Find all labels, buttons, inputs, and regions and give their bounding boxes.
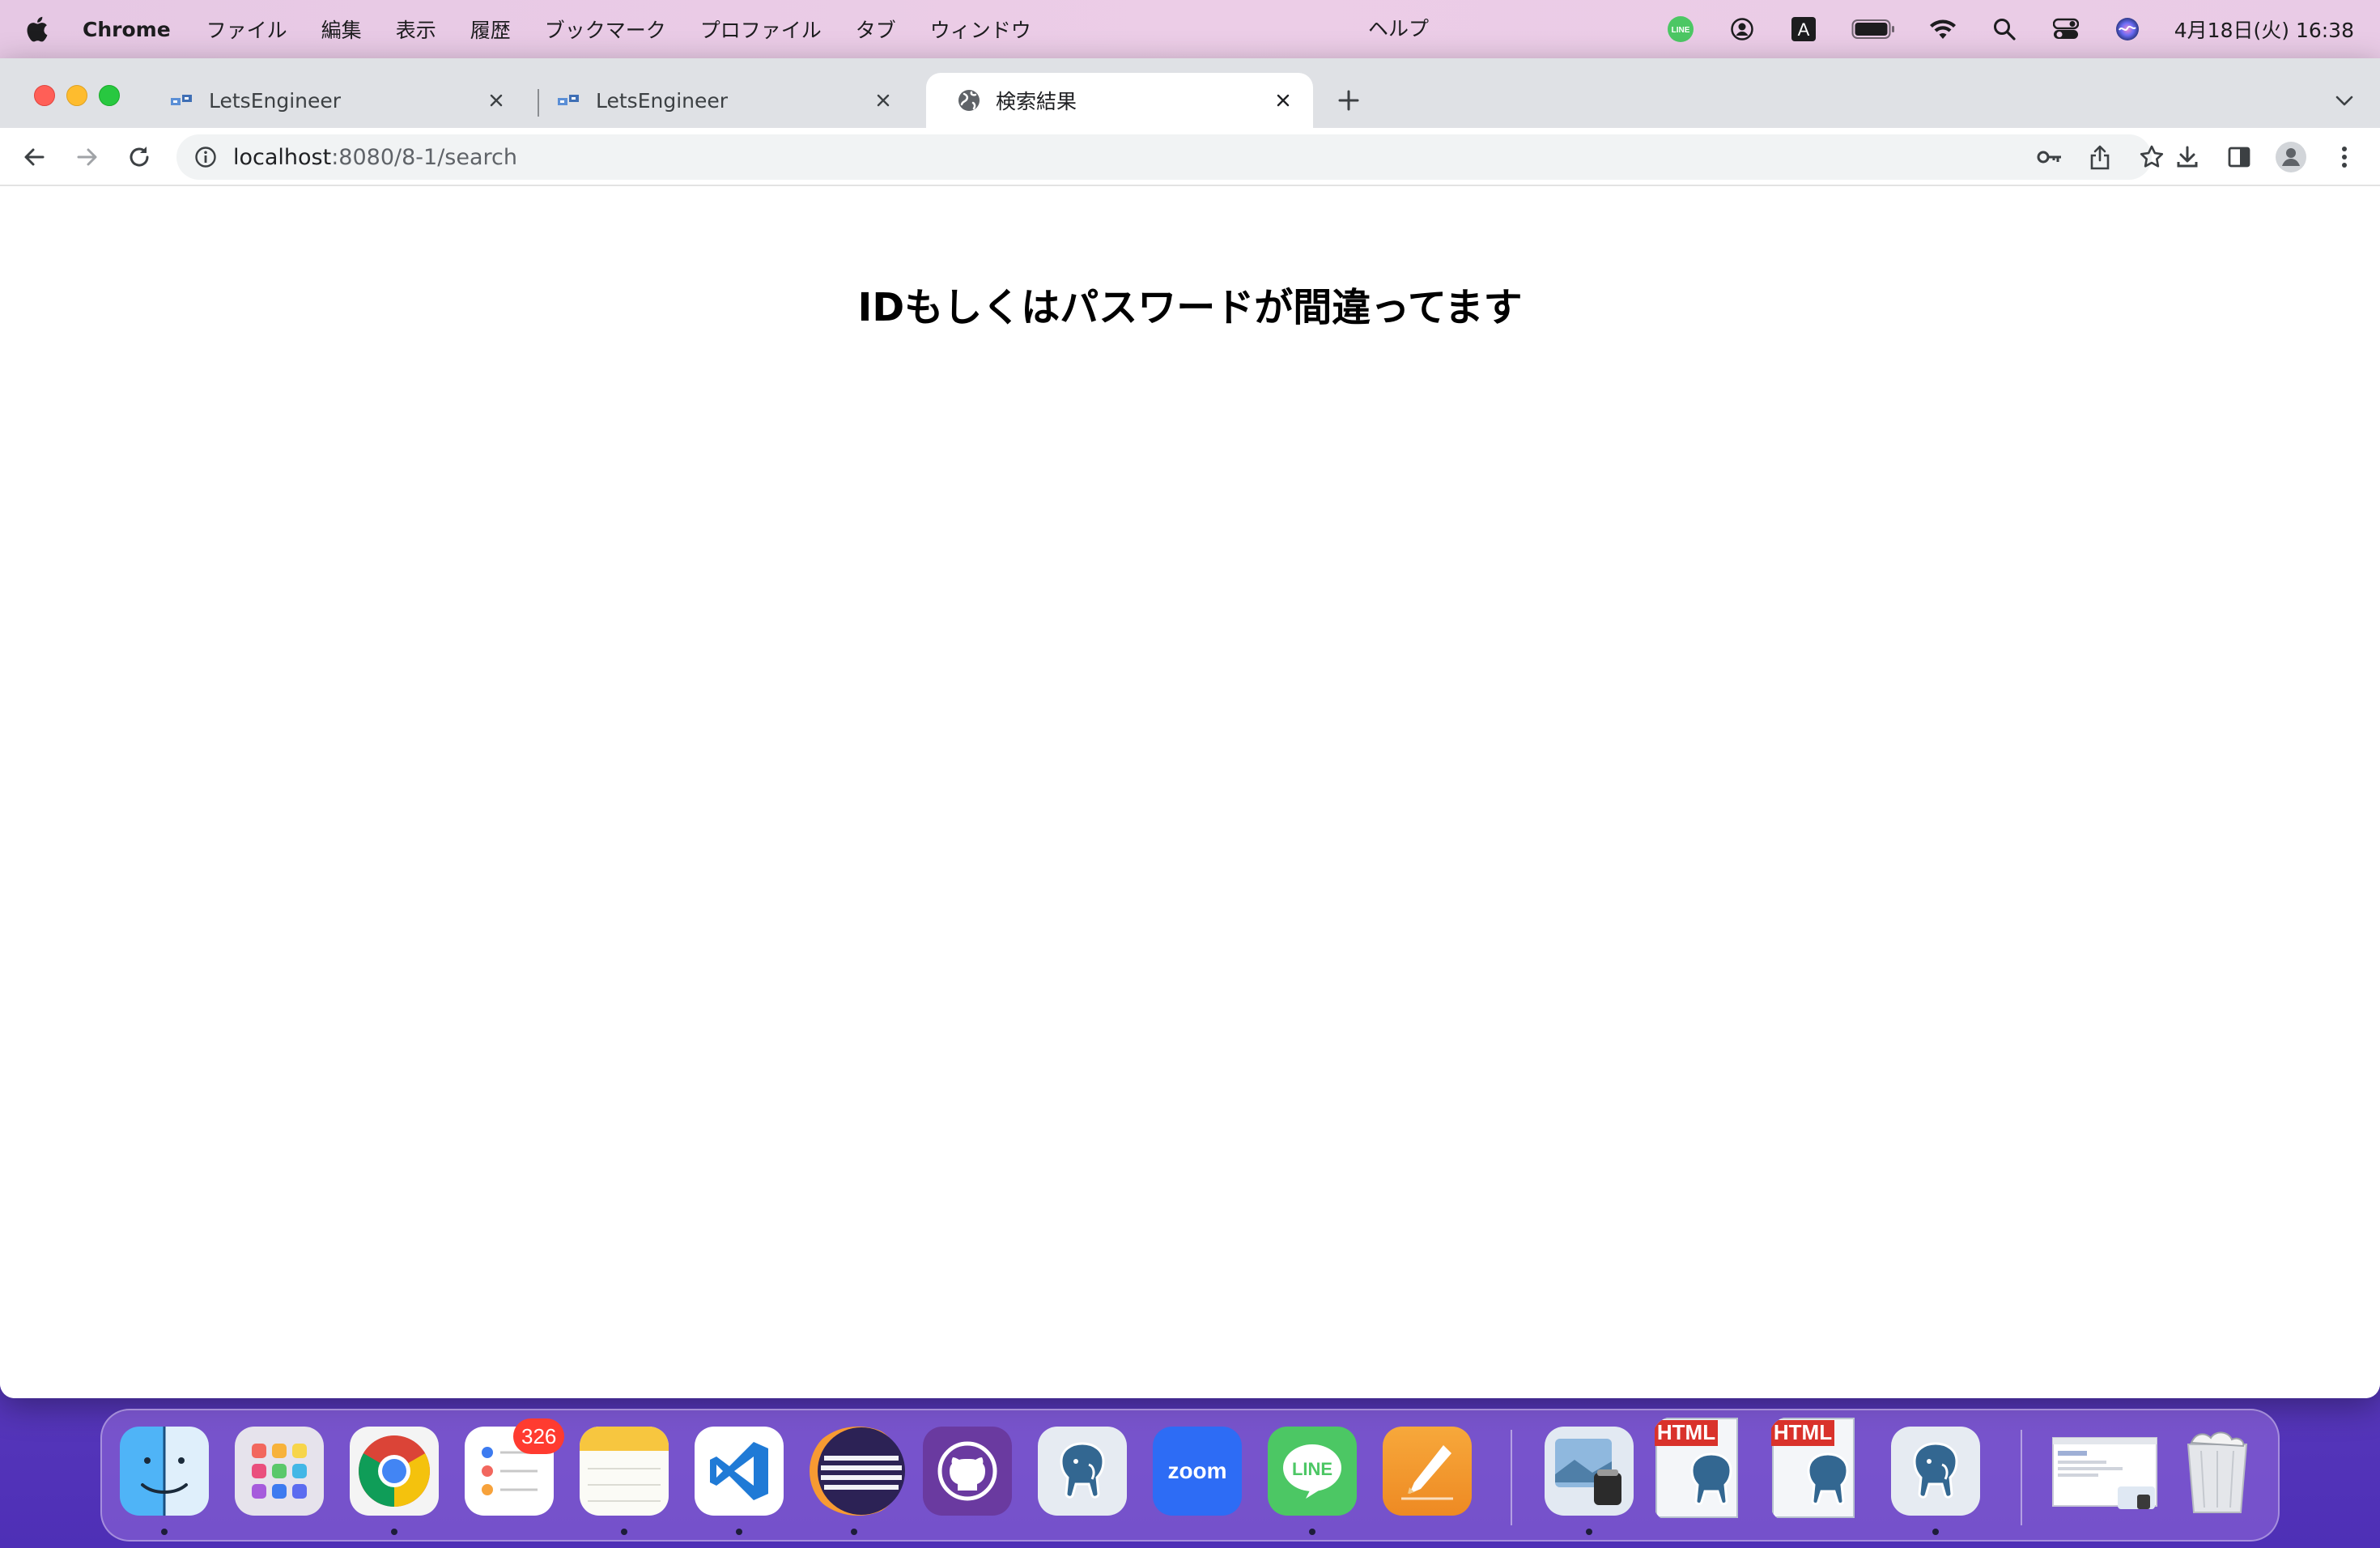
- user-circle-icon[interactable]: [1728, 15, 1757, 44]
- menu-window[interactable]: ウィンドウ: [930, 15, 1031, 44]
- side-panel-icon[interactable]: [2221, 139, 2257, 175]
- menu-view[interactable]: 表示: [396, 15, 436, 44]
- spotlight-icon[interactable]: [1990, 15, 2019, 44]
- tab-letsengineer-1[interactable]: LetsEngineer: [139, 73, 526, 128]
- address-bar[interactable]: localhost:8080/8-1/search: [176, 134, 2164, 180]
- chrome-menu-icon[interactable]: [2327, 139, 2362, 175]
- input-source-icon[interactable]: A: [1789, 15, 1818, 44]
- menu-tab[interactable]: タブ: [856, 15, 896, 44]
- url-path: :8080/8-1/search: [331, 144, 517, 170]
- menu-file[interactable]: ファイル: [206, 15, 287, 44]
- menubar-clock[interactable]: 4月18日(火) 16:38: [2174, 15, 2354, 44]
- pages-icon[interactable]: [1383, 1427, 1472, 1516]
- eclipse-icon[interactable]: [806, 1427, 910, 1516]
- reload-button[interactable]: [121, 139, 157, 175]
- menu-edit[interactable]: 編集: [321, 15, 362, 44]
- postgresql-icon[interactable]: [1038, 1427, 1127, 1516]
- html-file-label: HTML: [1774, 1420, 1832, 1444]
- postgresql-icon[interactable]: [1891, 1427, 1980, 1516]
- menu-help[interactable]: ヘルプ: [1368, 0, 1429, 58]
- line-status-icon[interactable]: LINE: [1666, 15, 1695, 44]
- line-app-label: LINE: [1292, 1459, 1332, 1479]
- tab-search-chevron-icon[interactable]: [2330, 86, 2359, 115]
- chrome-window: LetsEngineer LetsEngineer 検索結果 localhost…: [0, 58, 2380, 1398]
- wifi-icon[interactable]: [1928, 15, 1957, 44]
- trash-icon[interactable]: [2173, 1427, 2262, 1516]
- zoom-window-button[interactable]: [99, 85, 120, 106]
- control-center-icon[interactable]: [2051, 15, 2080, 44]
- downloads-icon[interactable]: [2170, 139, 2205, 175]
- close-window-button[interactable]: [34, 85, 55, 106]
- github-desktop-icon[interactable]: [923, 1427, 1012, 1516]
- running-indicator: [1309, 1529, 1315, 1535]
- close-tab-icon[interactable]: [484, 88, 508, 113]
- html-pgadmin-icon[interactable]: HTML: [1770, 1417, 1873, 1522]
- password-key-icon[interactable]: [2035, 142, 2064, 172]
- running-indicator: [736, 1529, 742, 1535]
- tab-strip: LetsEngineer LetsEngineer 検索結果: [0, 58, 2380, 128]
- notes-icon[interactable]: [580, 1427, 669, 1516]
- line-status-label: LINE: [1671, 26, 1689, 35]
- profile-avatar-icon[interactable]: [2273, 139, 2309, 175]
- menu-bookmarks[interactable]: ブックマーク: [545, 15, 666, 44]
- window-thumbnail[interactable]: [2050, 1427, 2160, 1516]
- tab-search-results[interactable]: 検索結果: [926, 73, 1313, 128]
- finder-icon[interactable]: [120, 1427, 209, 1516]
- error-heading: IDもしくはパスワードが間違ってます: [857, 285, 1523, 330]
- apple-menu-icon[interactable]: [24, 13, 52, 45]
- letsengineer-favicon-icon: [557, 88, 581, 113]
- url-host: localhost: [233, 144, 332, 170]
- html-file-label: HTML: [1657, 1420, 1715, 1444]
- running-indicator: [1586, 1529, 1592, 1535]
- back-button[interactable]: [16, 139, 52, 175]
- globe-icon: [957, 88, 981, 113]
- line-icon[interactable]: LINE: [1268, 1427, 1357, 1516]
- close-tab-icon[interactable]: [1271, 88, 1295, 113]
- tab-letsengineer-2[interactable]: LetsEngineer: [526, 73, 913, 128]
- url-text[interactable]: localhost:8080/8-1/search: [233, 145, 517, 170]
- dock: 326 zoom LINE HTML HTML: [100, 1409, 2280, 1542]
- status-area: LINE A 4月18日(火) 16:38: [1666, 0, 2354, 58]
- tab-title: LetsEngineer: [209, 88, 342, 113]
- minimize-window-button[interactable]: [66, 85, 87, 106]
- chrome-icon[interactable]: [350, 1427, 439, 1516]
- bookmark-star-icon[interactable]: [2137, 142, 2166, 172]
- running-indicator: [391, 1529, 397, 1535]
- vscode-icon[interactable]: [695, 1427, 784, 1516]
- running-indicator: [851, 1529, 857, 1535]
- letsengineer-favicon-icon: [170, 88, 194, 113]
- tab-title: LetsEngineer: [596, 88, 729, 113]
- running-indicator: [621, 1529, 627, 1535]
- dock-separator: [1511, 1430, 1512, 1525]
- site-info-icon[interactable]: [191, 142, 220, 172]
- share-icon[interactable]: [2085, 142, 2114, 172]
- preview-icon[interactable]: [1545, 1427, 1634, 1516]
- forward-button[interactable]: [70, 139, 105, 175]
- running-indicator: [161, 1529, 168, 1535]
- zoom-icon[interactable]: zoom: [1153, 1427, 1242, 1516]
- menubar: Chrome ファイル 編集 表示 履歴 ブックマーク プロファイル タブ ウィ…: [0, 0, 2380, 58]
- reminders-badge: 326: [513, 1418, 565, 1454]
- tab-title: 検索結果: [996, 90, 1077, 113]
- menu-app-name[interactable]: Chrome: [83, 18, 171, 41]
- close-tab-icon[interactable]: [871, 88, 895, 113]
- battery-icon[interactable]: [1851, 15, 1896, 44]
- browser-toolbar: localhost:8080/8-1/search: [0, 128, 2380, 186]
- dock-separator: [2021, 1430, 2022, 1525]
- zoom-label: zoom: [1167, 1458, 1227, 1483]
- launchpad-icon[interactable]: [235, 1427, 324, 1516]
- page-content: IDもしくはパスワードが間違ってます: [0, 186, 2380, 1398]
- running-indicator: [1932, 1529, 1939, 1535]
- siri-icon[interactable]: [2113, 15, 2142, 44]
- input-source-label: A: [1797, 19, 1809, 40]
- new-tab-button[interactable]: [1332, 84, 1365, 117]
- html-pgadmin-icon[interactable]: HTML: [1653, 1417, 1757, 1522]
- menu-profiles[interactable]: プロファイル: [700, 15, 822, 44]
- menu-history[interactable]: 履歴: [470, 15, 511, 44]
